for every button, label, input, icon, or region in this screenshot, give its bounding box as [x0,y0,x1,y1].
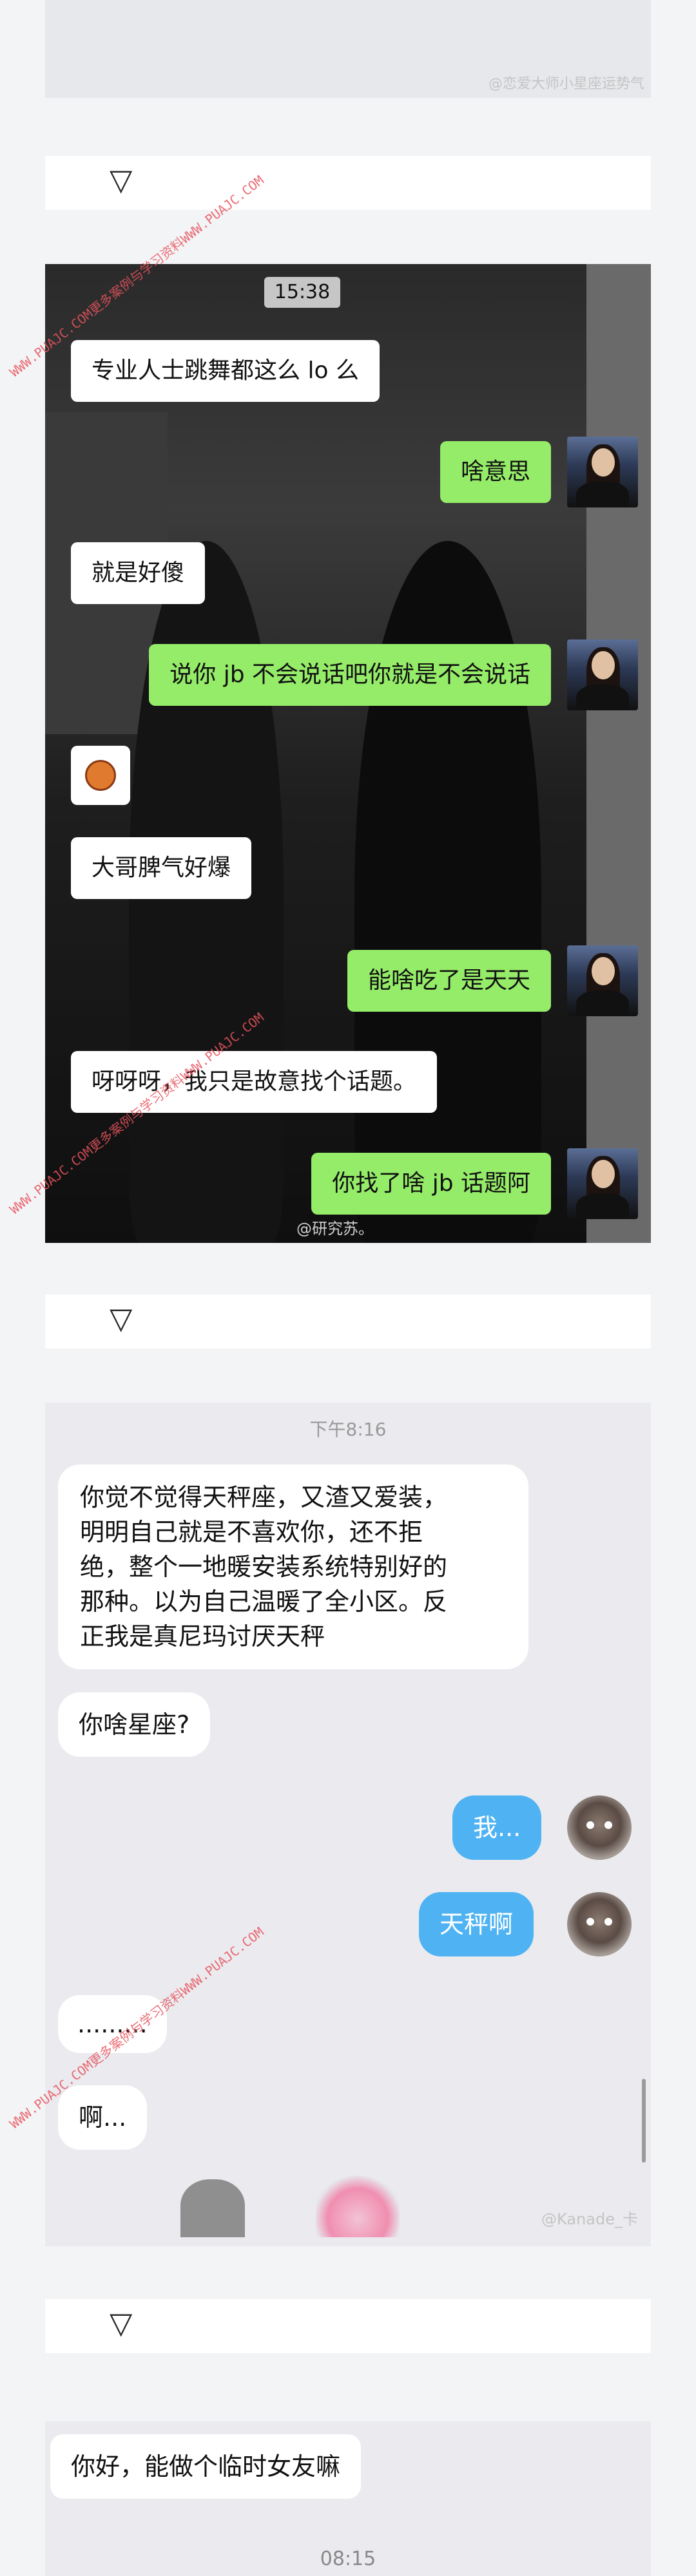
angry-face-icon [85,760,116,791]
chat-bubble-incoming: 呀呀呀，我只是故意找个话题。 [71,1051,438,1113]
chat-bubble-incoming: 专业人士跳舞都这么 lo 么 [71,340,380,402]
section-divider: ▽ [45,156,651,210]
chat-bubble-incoming: 你觉不觉得天秤座，又渣又爱装， 明明自己就是不喜欢你，还不拒 绝，整个一地暖安装… [58,1464,528,1669]
user-avatar [567,1892,632,1956]
emoji-message [71,746,130,805]
user-avatar [567,945,638,1016]
anime-sticker [316,2175,400,2237]
weibo-watermark: @Kanade_卡 [541,2210,638,2228]
chat-bubble-outgoing: 能啥吃了是天天 [347,950,551,1012]
chat-bubble-incoming: 就是好傻 [71,542,206,604]
weibo-watermark: @研究苏。 [296,1220,374,1238]
avatar-partial [180,2179,245,2237]
chat-bubble-outgoing: 你找了啥 jb 话题阿 [311,1153,551,1215]
chat-bubble-outgoing: 说你 jb 不会说话吧你就是不会说话 [149,644,551,706]
section-divider: ▽ [45,1294,651,1349]
triangle-down-icon: ▽ [110,162,133,197]
chat-timestamp: 15:38 [264,277,340,308]
triangle-down-icon: ▽ [110,1301,133,1336]
user-avatar [567,639,638,710]
top-image-panel: @恋爱大师小星座运势气 [45,0,651,98]
user-avatar [567,437,638,507]
section-divider: ▽ [45,2299,651,2353]
user-avatar [567,1795,632,1860]
scrollbar-indicator [642,2079,646,2163]
chat-bubble-outgoing: 天秤啊 [419,1892,534,1956]
chat-timestamp: 08:15 [320,2548,376,2570]
chat-bubble-incoming: 大哥脾气好爆 [71,837,252,899]
chat-bubble-outgoing: 我... [452,1795,542,1860]
chat-bubble-incoming: 你啥星座? [58,1692,211,1757]
user-avatar [567,1148,638,1219]
chat-bubble-outgoing: 啥意思 [440,441,551,503]
photo-chat-screenshot: 15:38 专业人士跳舞都这么 lo 么 啥意思 就是好傻 说你 jb 不会说话… [45,264,651,1243]
chat-bubble-incoming: 啊... [58,2085,148,2150]
chat-timestamp: 下午8:16 [309,1419,387,1440]
chat-screenshot-3: 你好，能做个临时女友嘛 08:15 [45,2421,651,2576]
chat-screenshot-2: 下午8:16 你觉不觉得天秤座，又渣又爱装， 明明自己就是不喜欢你，还不拒 绝，… [45,1403,651,2246]
triangle-down-icon: ▽ [110,2306,133,2340]
weibo-watermark: @恋爱大师小星座运势气 [488,76,644,92]
chat-bubble-incoming: 你好，能做个临时女友嘛 [50,2434,362,2499]
